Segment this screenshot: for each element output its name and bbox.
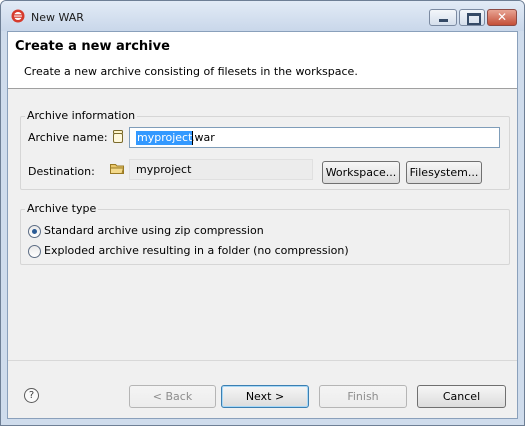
back-button[interactable]: < Back [129, 385, 216, 408]
archive-name-label: Archive name: [28, 131, 108, 144]
filesystem-button[interactable]: Filesystem... [406, 161, 482, 184]
workspace-button[interactable]: Workspace... [322, 161, 400, 184]
radio-exploded-archive-label[interactable]: Exploded archive resulting in a folder (… [44, 244, 349, 257]
radio-exploded-archive[interactable] [28, 245, 41, 258]
help-icon[interactable]: ? [24, 388, 39, 403]
dialog-window: New WAR ✕ Create a new archive Create a … [0, 0, 525, 426]
next-button[interactable]: Next > [221, 385, 309, 408]
destination-value: myproject [136, 163, 192, 176]
archive-name-input[interactable]: myproject .war [129, 127, 500, 148]
page-title: Create a new archive [15, 39, 170, 54]
eclipse-icon [11, 9, 25, 23]
jar-icon [113, 130, 123, 143]
folder-icon [110, 164, 125, 174]
cancel-button[interactable]: Cancel [417, 385, 506, 408]
wizard-content: Archive information Archive name: myproj… [8, 90, 517, 360]
archive-name-selected-text: myproject [136, 131, 194, 145]
archive-type-legend: Archive type [25, 202, 99, 215]
finish-button[interactable]: Finish [319, 385, 407, 408]
destination-label: Destination: [28, 165, 95, 178]
archive-information-legend: Archive information [25, 109, 138, 122]
archive-name-extension: .war [191, 131, 215, 144]
wizard-footer: ? < Back Next > Finish Cancel [8, 360, 517, 418]
radio-standard-archive[interactable] [28, 225, 41, 238]
window-title: New WAR [31, 11, 84, 24]
close-button[interactable]: ✕ [487, 9, 517, 26]
title-bar[interactable]: New WAR ✕ [1, 1, 524, 31]
radio-standard-archive-label[interactable]: Standard archive using zip compression [44, 224, 264, 237]
wizard-header: Create a new archive Create a new archiv… [8, 32, 517, 89]
page-description: Create a new archive consisting of files… [24, 65, 358, 78]
dialog-client: Create a new archive Create a new archiv… [7, 31, 518, 419]
maximize-button[interactable] [459, 9, 485, 26]
minimize-button[interactable] [429, 9, 457, 26]
destination-field: myproject [129, 159, 313, 180]
close-icon: ✕ [496, 10, 508, 24]
